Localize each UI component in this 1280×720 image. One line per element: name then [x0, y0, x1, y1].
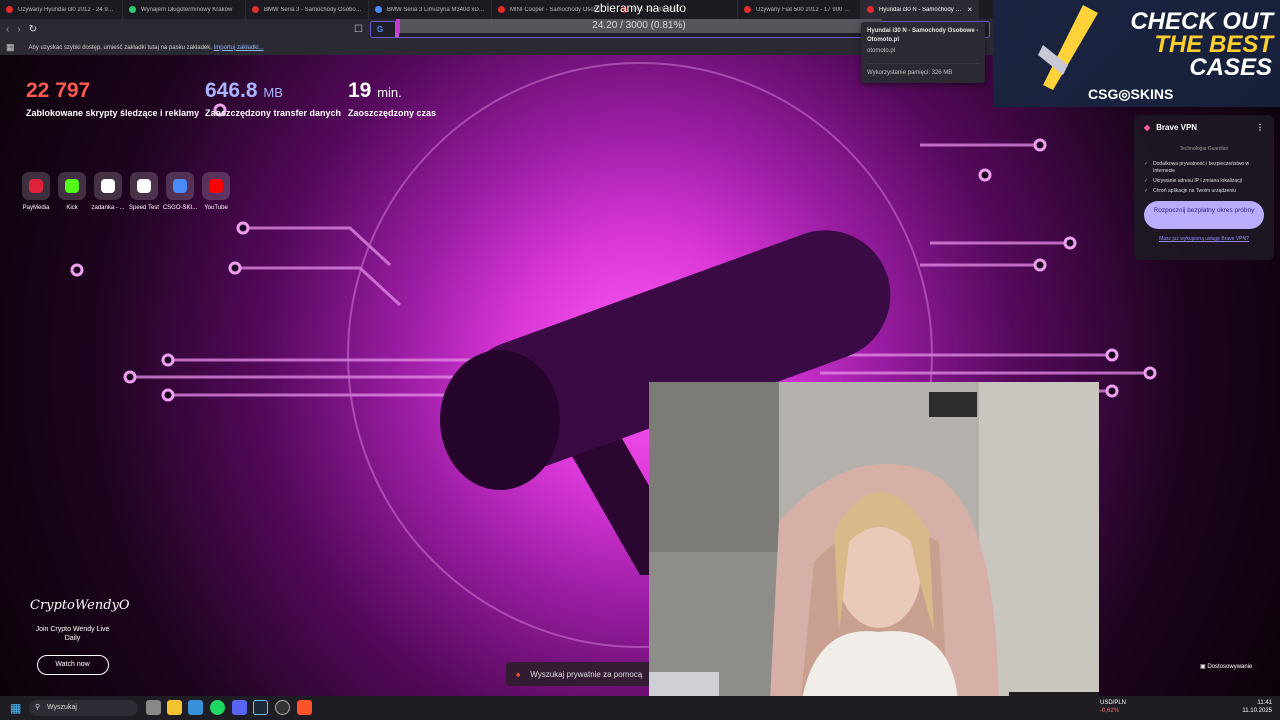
bookmarks-bar: ▦ Aby uzyskać szybki dostęp, umieść zakł…	[0, 40, 995, 55]
shortcut-label: YouTube	[204, 205, 228, 211]
customize-button[interactable]: ▣ Dostosowywanie	[1200, 663, 1252, 670]
vpn-title: Brave VPN	[1156, 123, 1198, 132]
csgoskins-ad[interactable]: CHECK OUT THE BEST CASES CSG◎SKINS	[993, 0, 1280, 107]
crypto-wendy-promo: CryptoWendyO Join Crypto Wendy Live Dail…	[30, 598, 130, 675]
private-search-box[interactable]: ♠ Wyszukaj prywatnie za pomocą	[506, 662, 656, 686]
fx-pair: USD/PLN	[1100, 700, 1127, 706]
brave-browser-icon[interactable]	[297, 700, 312, 715]
vpn-technology: Technologia Guardian	[1179, 146, 1229, 152]
google-icon: G	[377, 25, 384, 34]
stat-block: 646.8 MB Zaoszczędzony transfer danych	[205, 79, 342, 119]
windows-start-icon[interactable]: ▦	[10, 701, 21, 715]
steam-icon[interactable]	[253, 700, 268, 715]
apps-grid-icon[interactable]: ▦	[6, 42, 15, 53]
ad-brand: CSG◎SKINS	[1088, 86, 1174, 102]
crypto-wendy-logo: CryptoWendyO	[30, 598, 130, 613]
already-purchased-link[interactable]: Masz już wykupioną usługę Brave VPN?	[1144, 236, 1264, 242]
spotify-icon[interactable]	[210, 700, 225, 715]
chatgpt-icon	[94, 172, 122, 200]
stat-value: 19 min.	[348, 79, 402, 102]
more-options-icon[interactable]: ⋮	[1256, 123, 1264, 132]
vpn-feature: Chroń aplikacje na Twoim urządzeniu	[1144, 188, 1264, 195]
screen: Używany Hyundai i30 2012 - 24 900 PLNWyn…	[0, 0, 1280, 720]
stat-label: Zaoszczędzony transfer danych	[205, 108, 342, 118]
taskbar-search-label: Wyszukaj	[47, 704, 77, 711]
customize-label: Dostosowywanie	[1207, 664, 1253, 670]
stat-label: Zaoszczędzony czas	[348, 108, 437, 118]
brave-vpn-card: ◆ Brave VPN ⋮ Technologia Guardian Dodat…	[1134, 115, 1274, 260]
stat-block: 22 797 Zablokowane skrypty śledzące i re…	[26, 79, 200, 119]
tab-hover-card: Hyundai i30 N - Samochody Osobowe - Otom…	[861, 22, 985, 83]
donation-goal-bar: 24.20 / 3000 (0.81%)	[396, 19, 882, 33]
vpn-feature: Ukrywanie adresu IP i zmiana lokalizacji	[1144, 178, 1264, 185]
speedometer-icon	[130, 172, 158, 200]
store-icon[interactable]	[188, 700, 203, 715]
obs-icon[interactable]	[275, 700, 290, 715]
hover-card-host: otomoto.pl	[867, 48, 896, 54]
fx-widget[interactable]: USD/PLN -0,62%	[1100, 699, 1126, 715]
webcam-overlay	[649, 382, 1099, 720]
brave-lion-icon: ♠	[516, 669, 521, 679]
webcam-feed-image	[649, 382, 1099, 720]
hover-card-memory: Wykorzystanie pamięci: 326 MB	[867, 63, 979, 76]
hover-card-title: Hyundai i30 N - Samochody Osobowe - Otom…	[867, 28, 979, 43]
clock-date: 11.10.2025	[1242, 708, 1272, 714]
windows-taskbar: ▦ ⚲ Wyszukaj USD/PLN -0,62% 11:41 11.10.…	[0, 696, 1280, 720]
target-icon	[166, 172, 194, 200]
system-clock[interactable]: 11:41 11.10.2025	[1242, 699, 1272, 715]
reload-icon[interactable]: ↻	[29, 24, 37, 35]
youtube-icon	[202, 172, 230, 200]
bookmark-icon[interactable]: ☐	[354, 24, 363, 35]
bookmarks-hint: Aby uzyskać szybki dostęp, umieść zakład…	[28, 44, 264, 51]
shortcut-tile[interactable]: YouTube	[201, 172, 231, 211]
kick-icon	[58, 172, 86, 200]
goal-progress-fill	[396, 19, 400, 33]
vpn-features: Dodatkowa prywatność i bezpieczeństwo w …	[1144, 161, 1264, 195]
goal-text: 24.20 / 3000 (0.81%)	[592, 20, 686, 31]
taskbar-search[interactable]: ⚲ Wyszukaj	[29, 700, 138, 716]
stat-value: 22 797	[26, 79, 91, 102]
discord-icon[interactable]	[232, 700, 247, 715]
private-search-label: Wyszukaj prywatnie za pomocą	[530, 669, 643, 679]
task-view-icon[interactable]	[146, 700, 161, 715]
search-icon: ⚲	[35, 704, 41, 711]
file-explorer-icon[interactable]	[167, 700, 182, 715]
customize-icon: ▣	[1200, 664, 1206, 670]
vpn-shield-icon: ◆	[1144, 123, 1151, 132]
start-trial-button[interactable]: Rozpocznij bezpłatny okres próbny	[1144, 201, 1264, 229]
forward-icon[interactable]: ›	[17, 24, 20, 35]
vpn-feature: Dodatkowa prywatność i bezpieczeństwo w …	[1144, 161, 1264, 175]
stat-label: Zablokowane skrypty śledzące i reklamy	[26, 108, 200, 118]
play-icon	[22, 172, 50, 200]
stat-value: 646.8 MB	[205, 79, 283, 102]
crypto-wendy-subtitle: Join Crypto Wendy Live Daily	[35, 626, 110, 642]
ad-line-3: CASES	[1189, 54, 1272, 81]
import-bookmarks-link[interactable]: Importuj zakładki...	[214, 45, 264, 51]
back-icon[interactable]: ‹	[6, 24, 9, 35]
fx-change: -0,62%	[1100, 708, 1120, 714]
clock-time: 11:41	[1257, 700, 1272, 706]
watch-now-button[interactable]: Watch now	[36, 655, 109, 675]
stat-block: 19 min. Zaoszczędzony czas	[348, 79, 437, 119]
